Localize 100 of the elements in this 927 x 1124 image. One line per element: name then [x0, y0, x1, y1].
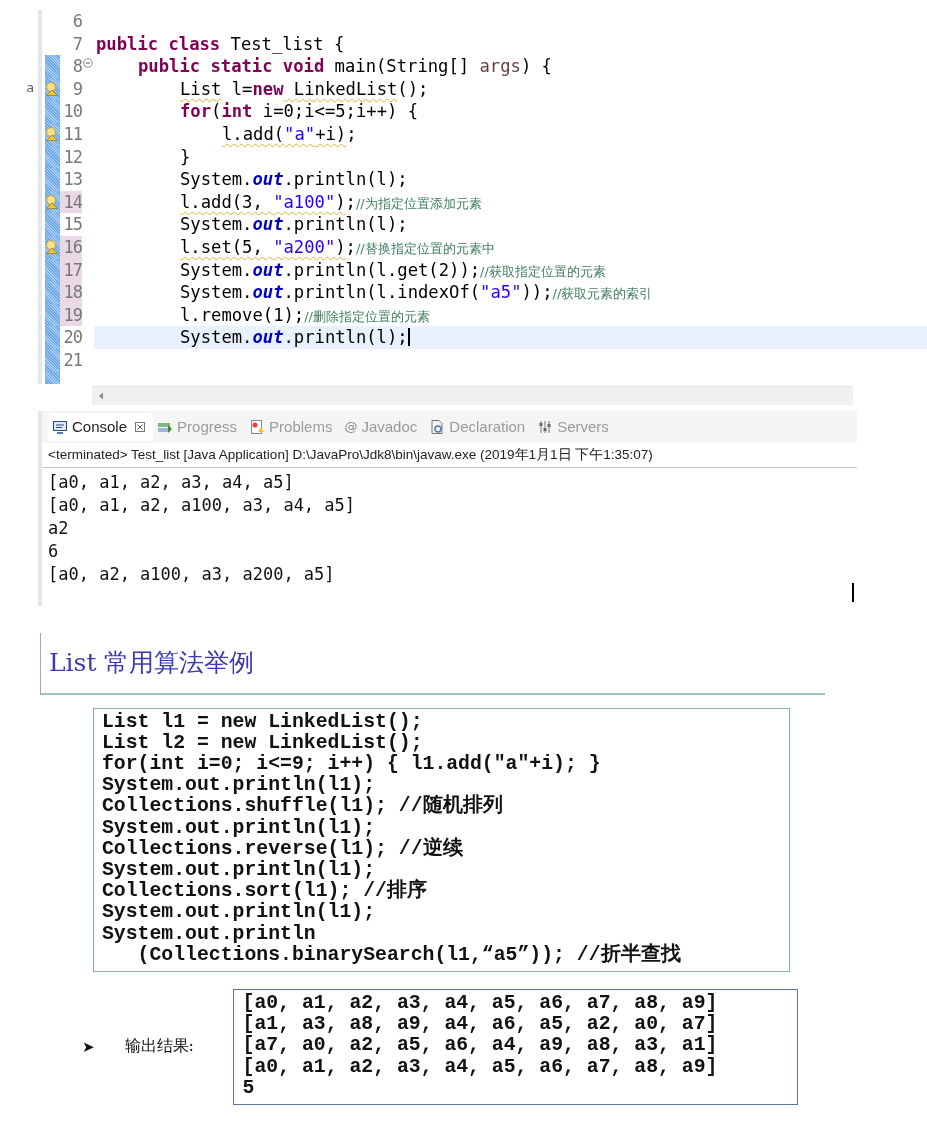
code-text: System. [180, 214, 253, 235]
code-comment: //获取指定位置的元素 [480, 263, 606, 279]
keyword-text: public static void [138, 56, 325, 77]
code-text: .println(l); [283, 214, 408, 235]
code-text: System. [180, 282, 253, 303]
line-number: 19 [63, 304, 82, 325]
horizontal-scrollbar[interactable] [92, 385, 853, 405]
output-line: [a0, a1, a2, a3, a4, a5, a6, a7, a8, a9] [242, 992, 719, 1014]
code-text: l= [230, 78, 253, 99]
warning-icon[interactable] [45, 126, 59, 141]
code-text: l.remove(1); [180, 304, 305, 325]
code-text: System. [180, 169, 253, 190]
scroll-left-icon[interactable] [98, 391, 104, 400]
console-output: a2 [48, 516, 70, 540]
code-text: ) [335, 191, 346, 212]
code-line: System.out.println(l1); [102, 859, 377, 881]
code-text: l.set(5, [180, 236, 264, 257]
line-number: 7 [72, 33, 82, 54]
line-number: 15 [63, 214, 82, 235]
close-icon[interactable] [135, 421, 146, 432]
warning-icon[interactable] [45, 81, 59, 96]
console-output: 6 [48, 539, 60, 563]
at-icon: @ [344, 419, 358, 434]
code-text: main(String[] [333, 56, 471, 77]
code-line: Collections.reverse(l1); //逆续 [102, 838, 464, 860]
line-number: 18 [63, 282, 82, 303]
field-text: out [252, 327, 284, 348]
line-number: 13 [63, 169, 82, 190]
code-text: ( [211, 101, 222, 122]
code-text: System. [180, 327, 253, 348]
line-number: 16 [63, 236, 82, 257]
code-text: +i) [315, 123, 347, 144]
code-comment: //获取元素的索引 [552, 286, 653, 302]
code-text: ) { [520, 56, 552, 77]
string-text: "a100" [273, 191, 336, 212]
code-text: i=0;i<=5;i++) { [261, 101, 419, 122]
collapse-icon[interactable] [83, 58, 93, 69]
keyword-text: public class [96, 33, 221, 54]
keyword-text: for [180, 101, 212, 122]
code-line: System.out.println(l1); [102, 775, 376, 797]
warning-icon[interactable] [45, 194, 59, 209]
bullet-icon: ➤ [82, 1037, 95, 1056]
field-text: out [252, 259, 284, 280]
code-text: Test_list { [229, 33, 345, 54]
code-text: l.add( [222, 123, 285, 144]
code-line: System.out.println [102, 923, 317, 945]
slide-title: List 常用算法举例 [49, 647, 255, 679]
code-text: l.add(3, [180, 191, 264, 212]
sliders-icon [537, 418, 554, 435]
keyword-text: new [252, 78, 284, 99]
string-text: "a200" [273, 236, 336, 257]
code-comment: //删除指定位置的元素 [304, 308, 430, 324]
code-line: System.out.println(l1); [102, 902, 377, 924]
code-line: List l2 = new LinkedList(); [102, 732, 424, 754]
code-line: Collections.shuffle(l1); //随机排列 [102, 796, 504, 818]
line-number: 17 [63, 259, 82, 280]
console-output: [a0, a2, a100, a3, a200, a5] [48, 562, 336, 586]
code-text: } [180, 146, 191, 167]
code-text: (); [397, 78, 429, 99]
view-tab[interactable]: Console [48, 412, 154, 441]
string-text: "a" [284, 123, 316, 144]
keyword-text: int [221, 101, 253, 122]
code-text: System. [180, 259, 253, 280]
console-output: [a0, a1, a2, a100, a3, a4, a5] [48, 493, 357, 517]
view-tab[interactable]: Servers [533, 412, 617, 441]
code-text: ) [335, 236, 346, 257]
line-number: 14 [63, 191, 82, 212]
code-comment: //替换指定位置的元素中 [355, 240, 495, 256]
warning-icon[interactable] [45, 239, 59, 254]
field-text: out [252, 282, 284, 303]
code-text: List [180, 78, 222, 99]
output-line: [a1, a3, a8, a9, a4, a6, a5, a2, a0, a7] [242, 1014, 719, 1036]
code-line: System.out.println(l1); [102, 817, 377, 839]
line-number: 12 [63, 146, 82, 167]
code-line: for(int i=0; i<=9; i++) { l1.add("a"+i); } [102, 753, 602, 775]
text-cursor [852, 583, 854, 602]
view-tab[interactable]: Progress [153, 412, 246, 441]
line-number: 21 [63, 349, 82, 370]
text-caret [407, 328, 410, 347]
field-text: out [252, 169, 284, 190]
string-text: "a5" [480, 282, 522, 303]
view-tab[interactable]: Problems [245, 412, 341, 441]
code-text: .println(l.get(2)); [283, 259, 481, 280]
code-line: (Collections.binarySearch(l1,“a5”)); //折半查找 [136, 944, 682, 966]
output-line: [a0, a1, a2, a3, a4, a5, a6, a7, a8, a9] [242, 1056, 719, 1078]
view-tab[interactable]: @ Javadoc [340, 412, 426, 441]
code-text: ; [346, 123, 357, 144]
line-number: 20 [63, 327, 82, 348]
launch-info: <terminated> Test_list [Java Application] D:\JavaPro\Jdk8\bin\javaw.exe (2019年1月1日 下午1:35:07) [42, 442, 857, 468]
monitor-icon [52, 418, 68, 435]
view-tab[interactable]: Declaration [425, 412, 534, 441]
line-number: 6 [72, 11, 82, 31]
line-number: 8 [72, 56, 82, 77]
code-text: .println(l.indexOf( [283, 282, 481, 303]
parameter-text: args [479, 56, 521, 77]
code-text: LinkedList [292, 78, 398, 99]
line-number: 10 [63, 101, 82, 122]
output-line: 5 [242, 1077, 256, 1099]
code-text: .println(l); [283, 327, 408, 348]
code-text: )); [521, 282, 553, 303]
